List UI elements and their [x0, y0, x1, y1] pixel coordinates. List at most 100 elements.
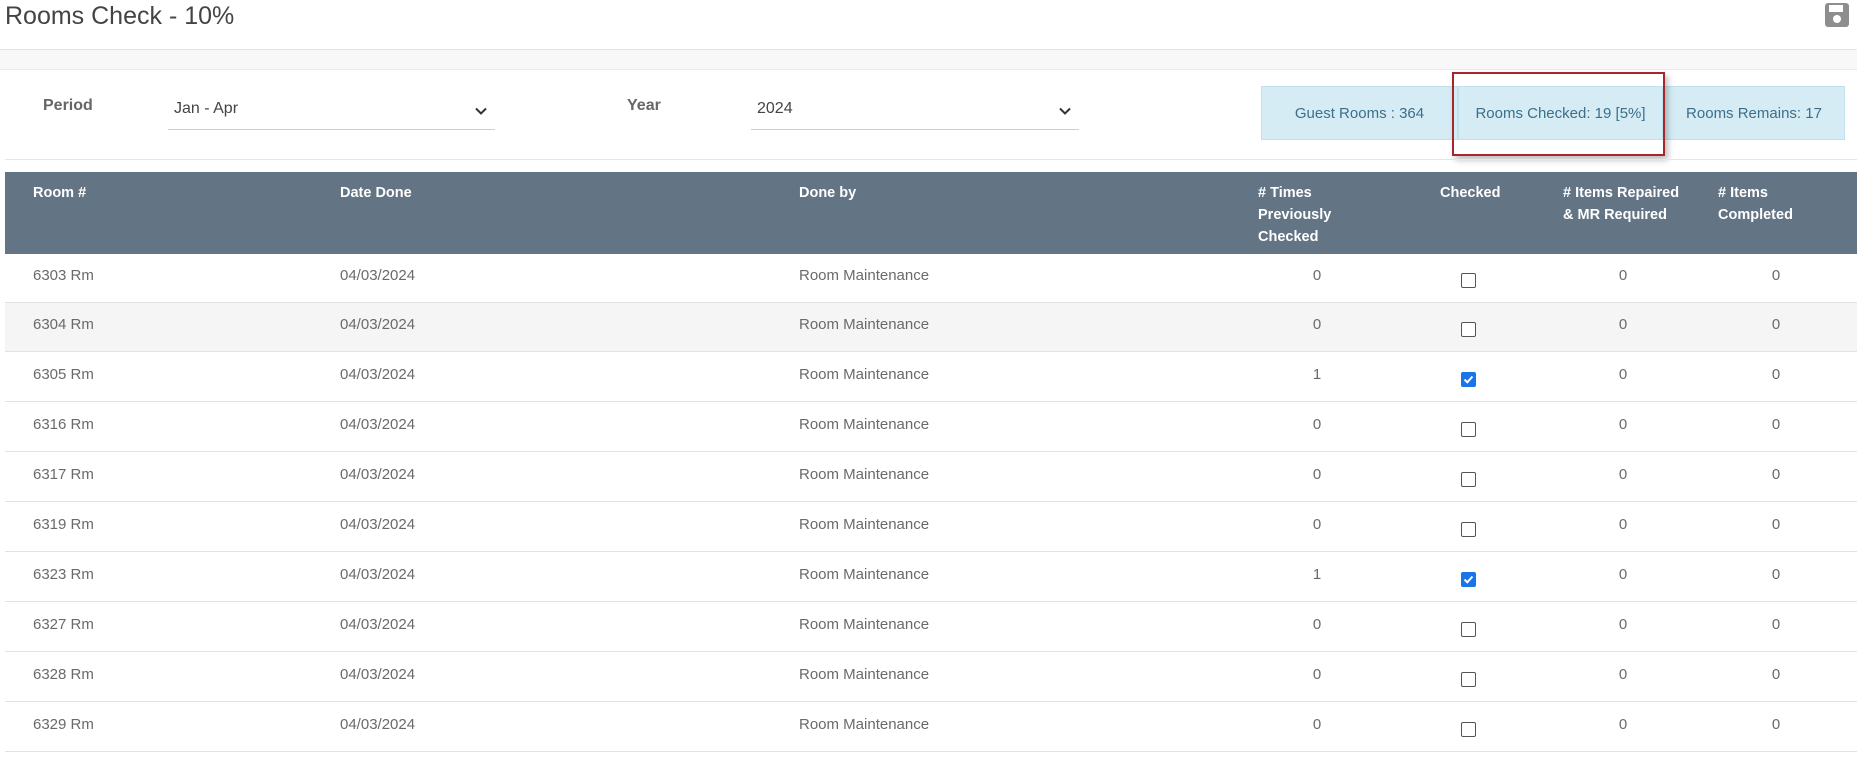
completed-cell: 0 [1771, 466, 1781, 483]
room-cell: 6316 Rm [33, 416, 94, 433]
col-times-checked-line3: Checked [1258, 229, 1319, 245]
filter-divider [5, 159, 1857, 160]
checked-checkbox[interactable] [1461, 522, 1476, 537]
completed-cell: 0 [1771, 716, 1781, 733]
repaired-cell: 0 [1618, 716, 1628, 733]
checked-checkbox[interactable] [1461, 572, 1476, 587]
completed-cell: 0 [1771, 666, 1781, 683]
times-cell: 0 [1312, 666, 1322, 683]
checked-checkbox[interactable] [1461, 622, 1476, 637]
year-select[interactable]: 2024 [751, 92, 1079, 130]
room-cell: 6323 Rm [33, 566, 94, 583]
date-cell: 04/03/2024 [340, 616, 416, 633]
checked-checkbox[interactable] [1461, 722, 1476, 737]
done-by-cell: Room Maintenance [799, 716, 930, 733]
repaired-cell: 0 [1618, 366, 1628, 383]
repaired-cell: 0 [1618, 466, 1628, 483]
repaired-cell: 0 [1618, 666, 1628, 683]
room-cell: 6305 Rm [33, 366, 94, 383]
table-row: 6303 Rm 04/03/2024 Room Maintenance 0 0 … [5, 254, 1857, 303]
table-header: Room # Date Done Done by # Times Previou… [5, 172, 1857, 254]
done-by-cell: Room Maintenance [799, 466, 930, 483]
col-items-repaired: # Items Repaired & MR Required [1563, 182, 1679, 226]
checked-checkbox[interactable] [1461, 273, 1476, 288]
checked-checkbox[interactable] [1461, 472, 1476, 487]
period-select[interactable]: Jan - Apr [168, 92, 495, 130]
col-items-completed-line2: Completed [1718, 207, 1793, 223]
col-checked: Checked [1440, 185, 1501, 201]
completed-cell: 0 [1771, 416, 1781, 433]
completed-cell: 0 [1771, 516, 1781, 533]
checked-checkbox[interactable] [1461, 672, 1476, 687]
date-cell: 04/03/2024 [340, 267, 416, 284]
times-cell: 0 [1312, 267, 1322, 284]
room-cell: 6304 Rm [33, 316, 94, 333]
chevron-down-icon [475, 107, 487, 115]
checkmark-icon [1463, 375, 1474, 384]
times-cell: 0 [1312, 316, 1322, 333]
table-row: 6328 Rm 04/03/2024 Room Maintenance 0 0 … [5, 653, 1857, 702]
date-cell: 04/03/2024 [340, 366, 416, 383]
table-row: 6329 Rm 04/03/2024 Room Maintenance 0 0 … [5, 703, 1857, 752]
chevron-down-icon [1059, 107, 1071, 115]
done-by-cell: Room Maintenance [799, 267, 930, 284]
times-cell: 0 [1312, 516, 1322, 533]
year-select-value: 2024 [757, 100, 793, 117]
times-cell: 0 [1312, 416, 1322, 433]
col-times-checked: # Times Previously Checked [1258, 182, 1331, 248]
date-cell: 04/03/2024 [340, 466, 416, 483]
table-row: 6316 Rm 04/03/2024 Room Maintenance 0 0 … [5, 403, 1857, 452]
repaired-cell: 0 [1618, 616, 1628, 633]
rooms-checked-highlight [1452, 72, 1665, 156]
done-by-cell: Room Maintenance [799, 366, 930, 383]
done-by-cell: Room Maintenance [799, 666, 930, 683]
col-items-repaired-line1: # Items Repaired [1563, 185, 1680, 201]
done-by-cell: Room Maintenance [799, 416, 930, 433]
table-row: 6319 Rm 04/03/2024 Room Maintenance 0 0 … [5, 503, 1857, 552]
table-row: 6323 Rm 04/03/2024 Room Maintenance 1 0 … [5, 553, 1857, 602]
room-cell: 6327 Rm [33, 616, 94, 633]
save-icon[interactable] [1824, 2, 1850, 28]
col-items-completed-line1: # Items [1718, 185, 1768, 201]
room-cell: 6303 Rm [33, 267, 94, 284]
table-row: 6304 Rm 04/03/2024 Room Maintenance 0 0 … [5, 303, 1857, 352]
times-cell: 1 [1312, 566, 1322, 583]
page-title: Rooms Check - 10% [5, 2, 235, 30]
times-cell: 0 [1312, 716, 1322, 733]
done-by-cell: Room Maintenance [799, 516, 930, 533]
times-cell: 0 [1312, 616, 1322, 633]
checked-checkbox[interactable] [1461, 372, 1476, 387]
year-label: Year [627, 97, 661, 114]
date-cell: 04/03/2024 [340, 566, 416, 583]
col-times-checked-line1: # Times [1258, 185, 1312, 201]
col-date-done: Date Done [340, 185, 412, 201]
col-items-repaired-line2: & MR Required [1563, 207, 1667, 223]
date-cell: 04/03/2024 [340, 516, 416, 533]
completed-cell: 0 [1771, 366, 1781, 383]
completed-cell: 0 [1771, 616, 1781, 633]
checkmark-icon [1463, 575, 1474, 584]
col-room: Room # [33, 185, 87, 201]
date-cell: 04/03/2024 [340, 716, 416, 733]
table-row: 6327 Rm 04/03/2024 Room Maintenance 0 0 … [5, 603, 1857, 652]
done-by-cell: Room Maintenance [799, 616, 930, 633]
table-row: 6305 Rm 04/03/2024 Room Maintenance 1 0 … [5, 353, 1857, 402]
completed-cell: 0 [1771, 566, 1781, 583]
completed-cell: 0 [1771, 316, 1781, 333]
checked-checkbox[interactable] [1461, 322, 1476, 337]
done-by-cell: Room Maintenance [799, 316, 930, 333]
repaired-cell: 0 [1618, 267, 1628, 284]
checked-checkbox[interactable] [1461, 422, 1476, 437]
period-label: Period [43, 97, 93, 114]
room-cell: 6317 Rm [33, 466, 94, 483]
col-items-completed: # Items Completed [1718, 182, 1793, 226]
guest-rooms-stat: Guest Rooms : 364 [1261, 86, 1458, 140]
table-row: 6317 Rm 04/03/2024 Room Maintenance 0 0 … [5, 453, 1857, 502]
repaired-cell: 0 [1618, 516, 1628, 533]
col-times-checked-line2: Previously [1258, 207, 1332, 223]
period-select-value: Jan - Apr [174, 100, 239, 117]
repaired-cell: 0 [1618, 316, 1628, 333]
room-cell: 6329 Rm [33, 716, 94, 733]
repaired-cell: 0 [1618, 566, 1628, 583]
col-done-by: Done by [799, 185, 857, 201]
